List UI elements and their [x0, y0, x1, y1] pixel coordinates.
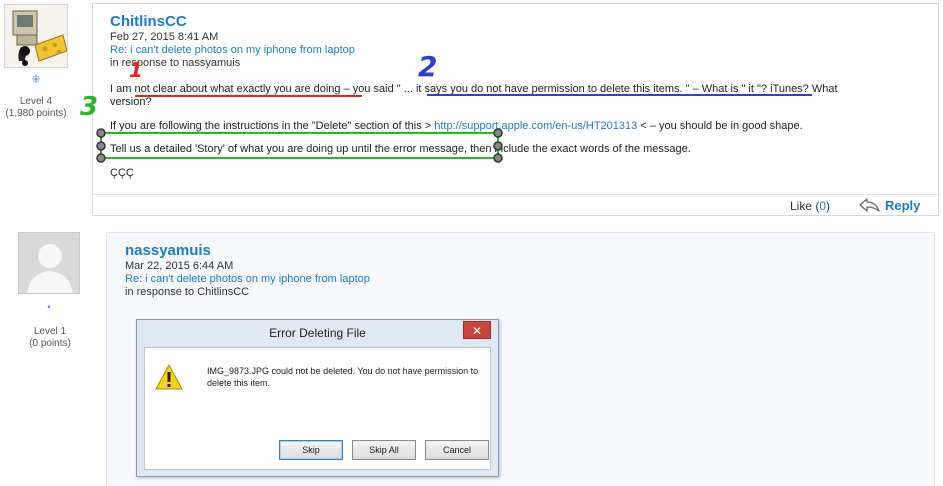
level-info-post2: Level 1 (0 points): [14, 326, 86, 350]
post-date: Mar 22, 2015 6:44 AM: [125, 260, 234, 272]
error-dialog: Error Deleting File ✕ IMG_9873.JPG could…: [136, 319, 499, 477]
close-button[interactable]: ✕: [463, 321, 491, 339]
handle-bl[interactable]: [96, 153, 106, 163]
level-1-badge-icon: •: [47, 302, 51, 312]
post-subject-link[interactable]: Re: i can't delete photos on my iphone f…: [125, 273, 370, 286]
handle-tr[interactable]: [493, 128, 503, 138]
skip-button[interactable]: Skip: [279, 440, 343, 460]
level-label: Level 1: [33, 326, 67, 337]
avatar-nassyamuis[interactable]: [18, 232, 80, 294]
cancel-button[interactable]: Cancel: [425, 440, 489, 460]
green-highlight-box: [100, 132, 499, 159]
annotation-number-2: 2: [418, 50, 438, 83]
dialog-title: Error Deleting File: [269, 326, 366, 340]
dialog-message: IMG_9873.JPG could not be deleted. You d…: [207, 366, 479, 388]
in-response-to: in response to ChitlinsCC: [125, 286, 250, 298]
points-label: (0 points): [29, 338, 71, 349]
handle-mr[interactable]: [493, 141, 503, 151]
default-user-icon: [19, 233, 79, 293]
handle-br[interactable]: [493, 153, 503, 163]
forum-thread: ⁜ Level 4 (1,980 points) ChitlinsCC Feb …: [0, 0, 943, 486]
dialog-body: IMG_9873.JPG could not be deleted. You d…: [144, 347, 491, 470]
handle-ml[interactable]: [96, 141, 106, 151]
annotation-number-3: 3: [80, 92, 99, 122]
warning-icon: [155, 364, 183, 390]
annotation-number-1: 1: [129, 58, 143, 82]
skip-all-button[interactable]: Skip All: [352, 440, 416, 460]
author-name[interactable]: nassyamuis: [125, 242, 211, 259]
handle-tl[interactable]: [96, 128, 106, 138]
